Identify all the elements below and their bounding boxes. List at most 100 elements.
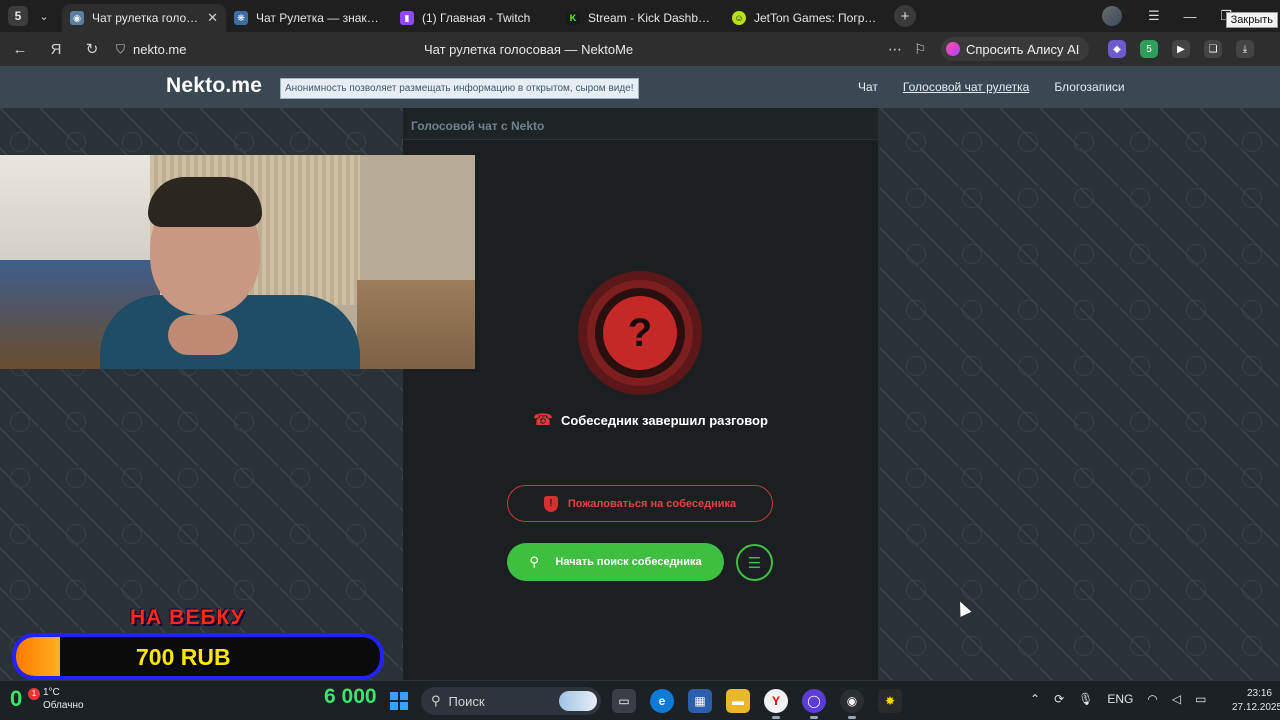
browser-navbar: ← Я ↻ ⛉ nekto.me Чат рулетка голосовая —… (0, 32, 1280, 66)
back-icon[interactable]: ← (2, 41, 38, 58)
site-info-icon[interactable]: ⛉ (116, 42, 125, 57)
shield-extension-icon[interactable]: 5 (1140, 40, 1158, 58)
search-icon: ⚲ (431, 693, 441, 708)
weather-desc: Облачно (43, 700, 84, 711)
battery-icon[interactable]: ▭ (1195, 692, 1206, 706)
report-label: Пожаловаться на собеседника (567, 497, 737, 510)
notification-badge: 1 (28, 688, 40, 700)
url-text[interactable]: nekto.me (133, 42, 186, 57)
tab-voice-roulette[interactable]: ◉ Чат рулетка голосовая ✕ (62, 4, 226, 32)
system-tray: ⌃ ⟳ 🎙︎ ENG ◠ ◁ ▭ (1030, 692, 1206, 706)
jetton-icon: ☺ (732, 11, 746, 25)
language-indicator[interactable]: ENG (1107, 692, 1133, 706)
tray-expand-icon[interactable]: ⌃ (1030, 692, 1040, 706)
reload-icon[interactable]: ↻ (74, 40, 110, 58)
start-search-button[interactable]: ⚲ Начать поиск собеседника (507, 543, 724, 581)
clock[interactable]: 23:16 27.12.2025 (1232, 687, 1280, 715)
spark-app-icon[interactable]: ✸ (878, 689, 902, 713)
obs-icon[interactable]: ◉ (840, 689, 864, 719)
status-ring: ? (587, 280, 693, 386)
more-icon[interactable]: ⋯ (888, 41, 902, 58)
edge-icon[interactable]: e (650, 689, 674, 713)
ask-alice-button[interactable]: Спросить Алису AI (941, 37, 1090, 61)
webcam-overlay (0, 155, 475, 369)
nav-voice-chat[interactable]: Голосовой чат рулетка (903, 80, 1029, 94)
alice-app-icon[interactable]: ◯ (802, 689, 826, 719)
nekto-favicon-icon: ◉ (70, 11, 84, 25)
roulette-favicon-icon: ❋ (234, 11, 248, 25)
extensions-icon[interactable]: ❏ (1204, 40, 1222, 58)
cam-dresser (357, 280, 475, 369)
store-icon[interactable]: ▦ (688, 689, 712, 713)
chat-header: Голосовой чат с Nekto (403, 108, 878, 140)
search-highlight-image (559, 691, 597, 711)
call-status-indicator: ? (578, 271, 702, 395)
microphone-icon[interactable]: 🎙︎ (1078, 692, 1093, 706)
new-tab-button[interactable]: + (894, 5, 916, 27)
user-search-icon: ⚲ (529, 554, 539, 569)
gamepad-icon[interactable]: ◆ (1108, 40, 1126, 58)
volume-icon[interactable]: ◁ (1172, 692, 1181, 706)
tab-title: (1) Главная - Twitch (422, 11, 531, 25)
site-nav: Чат Голосовой чат рулетка Блогозаписи (858, 80, 1125, 94)
tab-kick[interactable]: K Stream - Kick Dashboard (558, 4, 724, 32)
tab-title: Чат рулетка голосовая (92, 11, 201, 25)
cam-hand (168, 315, 238, 355)
play-icon[interactable]: ▶ (1172, 40, 1190, 58)
windows-start-icon[interactable] (390, 692, 408, 710)
question-icon: ? (603, 296, 677, 370)
wifi-icon[interactable]: ◠ (1147, 692, 1157, 706)
menu-icon[interactable]: ☰ (1136, 8, 1172, 24)
call-status-text: Собеседник завершил разговор (560, 412, 768, 428)
yandex-browser-icon[interactable]: Y (764, 689, 788, 719)
site-logo[interactable]: Nekto.me (166, 74, 262, 98)
twitch-icon: ▮ (400, 11, 414, 25)
close-tooltip: Закрыть (1225, 12, 1278, 28)
cam-hair (148, 177, 262, 227)
clock-date: 27.12.2025 (1232, 702, 1280, 713)
tab-twitch[interactable]: ▮ (1) Главная - Twitch (392, 4, 558, 32)
call-status: ☎ Собеседник завершил разговор (533, 410, 768, 430)
start-search-label: Начать поиск собеседника (555, 556, 702, 568)
coins-counter: 6 000 (324, 685, 377, 708)
sync-icon[interactable]: ⟳ (1054, 692, 1064, 706)
chevron-down-icon[interactable]: ⌄ (34, 10, 54, 23)
weather-temp: 1°C (43, 687, 60, 698)
search-placeholder: Поиск (448, 693, 485, 709)
tab-title: Stream - Kick Dashboard (588, 11, 716, 25)
address-page-title: Чат рулетка голосовая — NektoMe (424, 41, 634, 57)
bookmark-icon[interactable]: ⚐ (914, 41, 927, 58)
donation-amount: 700 RUB (136, 644, 231, 670)
settings-sliders-icon[interactable]: ☰ (736, 544, 773, 581)
report-button[interactable]: ! Пожаловаться на собеседника (507, 485, 773, 522)
close-icon[interactable]: ✕ (207, 10, 218, 26)
task-view-icon[interactable]: ▭ (612, 689, 636, 713)
tab-jetton[interactable]: ☺ JetTon Games: Погружение (724, 4, 888, 32)
nav-blog[interactable]: Блогозаписи (1054, 80, 1124, 94)
tab-title: JetTon Games: Погружение (754, 11, 880, 25)
yandex-icon[interactable]: Я (38, 41, 74, 58)
download-icon[interactable]: ⤓ (1236, 40, 1254, 58)
file-explorer-icon[interactable]: ▬ (726, 689, 750, 713)
tab-chat-roulette[interactable]: ❋ Чат Рулетка — знакомства (226, 4, 392, 32)
donation-progress-bar: 700 RUB (12, 633, 384, 680)
taskbar-search[interactable]: ⚲ Поиск (421, 687, 601, 715)
shield-icon: ! (543, 495, 558, 512)
minimize-icon[interactable]: — (1172, 9, 1208, 24)
kick-icon: K (566, 11, 580, 25)
site-tagline: Анонимность позволяет размещать информац… (280, 78, 639, 99)
browser-tabstrip: 5 ⌄ ◉ Чат рулетка голосовая ✕ ❋ Чат Руле… (0, 0, 1280, 32)
nav-chat[interactable]: Чат (858, 80, 878, 94)
windows-taskbar: 0 1 1°C Облачно 6 000 ⚲ Поиск ▭ e ▦ ▬ Y … (0, 680, 1280, 720)
weather-widget[interactable]: 0 1 1°C Облачно (10, 686, 84, 712)
tab-title: Чат Рулетка — знакомства (256, 11, 384, 25)
clock-time: 23:16 (1246, 688, 1272, 699)
hangup-phone-icon: ☎ (533, 412, 553, 429)
status-ring-inner: ? (595, 288, 685, 378)
alice-label: Спросить Алису AI (966, 41, 1080, 57)
donation-progress-fill (16, 637, 60, 676)
donation-goal-label: НА ВЕБКУ (130, 606, 245, 629)
tab-counter[interactable]: 5 (8, 6, 28, 26)
site-header: Nekto.me Анонимность позволяет размещать… (0, 66, 1280, 108)
profile-avatar[interactable] (1102, 6, 1122, 26)
